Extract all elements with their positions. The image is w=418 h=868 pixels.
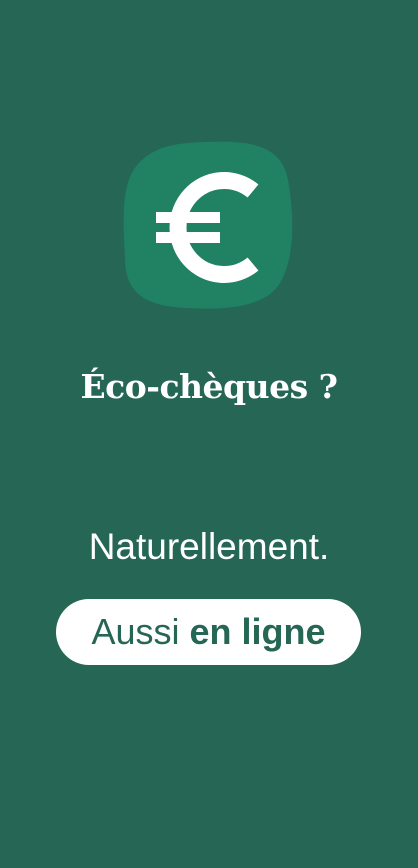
tagline: Naturellement. — [88, 526, 330, 567]
eco-cheques-ad-banner[interactable]: Éco-chèques ? Naturellement. Aussi en li… — [0, 0, 418, 868]
euro-icon — [122, 140, 294, 310]
headline: Éco-chèques ? — [80, 367, 338, 406]
cta-label-regular: Aussi — [91, 611, 180, 652]
cta-label-bold: en ligne — [189, 611, 326, 652]
online-cta-button[interactable]: Aussi en ligne — [56, 599, 361, 665]
